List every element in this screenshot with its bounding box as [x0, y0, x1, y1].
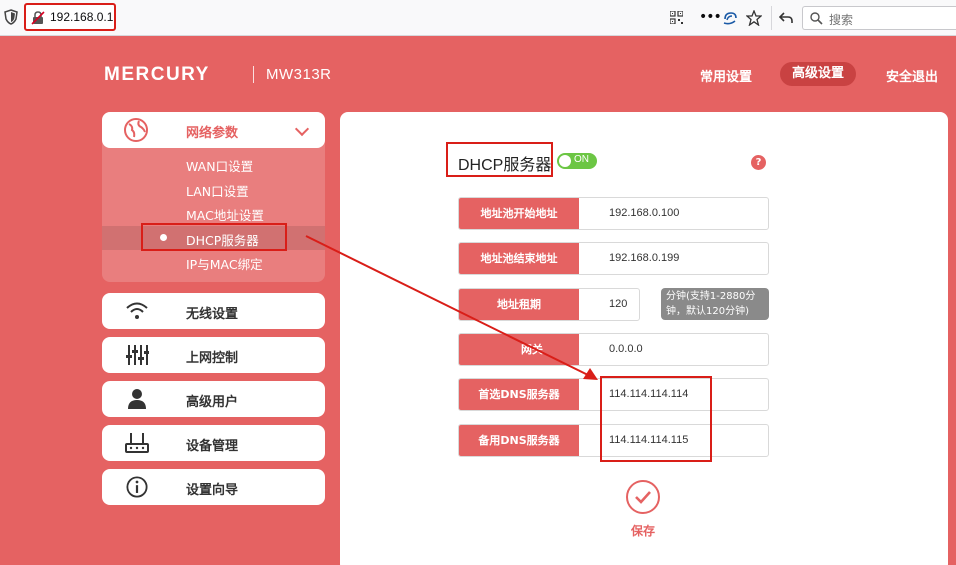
- annotation-arrow: [305, 235, 598, 380]
